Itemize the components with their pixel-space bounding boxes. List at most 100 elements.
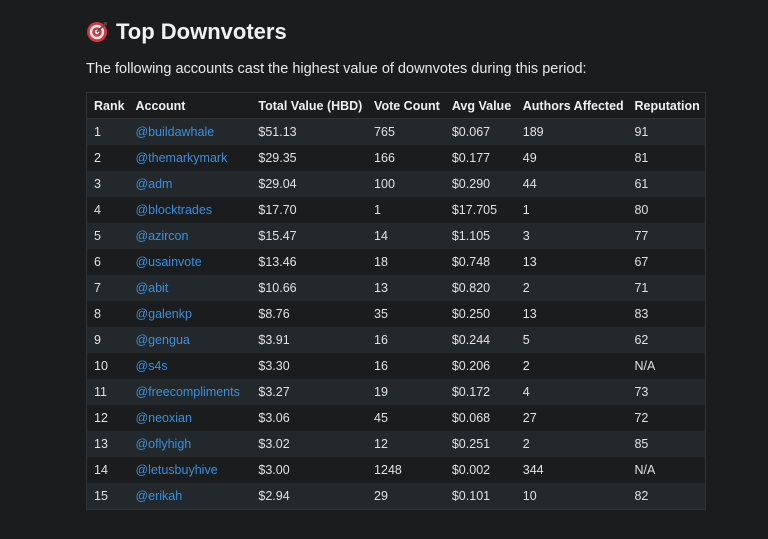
cell-authors-affected: 344 (515, 457, 628, 483)
cell-reputation: 73 (627, 379, 706, 405)
cell-total-value: $3.27 (251, 379, 368, 405)
account-link[interactable]: @galenkp (128, 301, 252, 327)
cell-avg-value: $0.820 (444, 275, 516, 301)
cell-reputation: 82 (627, 483, 706, 510)
account-link[interactable]: @buildawhale (128, 118, 252, 145)
cell-avg-value: $0.067 (444, 118, 516, 145)
column-header-avg-value: Avg Value (444, 92, 516, 119)
column-header-account: Account (128, 92, 252, 119)
cell-authors-affected: 4 (515, 379, 628, 405)
column-header-vote-count: Vote Count (367, 92, 445, 119)
cell-avg-value: $0.290 (444, 171, 516, 197)
account-link[interactable]: @usainvote (128, 249, 252, 275)
cell-vote-count: 1248 (367, 457, 445, 483)
cell-total-value: $3.06 (251, 405, 368, 431)
cell-total-value: $13.46 (251, 249, 368, 275)
account-link[interactable]: @gengua (128, 327, 252, 353)
cell-vote-count: 100 (367, 171, 445, 197)
cell-avg-value: $0.206 (444, 353, 516, 379)
cell-authors-affected: 27 (515, 405, 628, 431)
cell-total-value: $29.35 (251, 145, 368, 171)
cell-vote-count: 16 (367, 327, 445, 353)
cell-avg-value: $0.244 (444, 327, 516, 353)
cell-authors-affected: 5 (515, 327, 628, 353)
cell-reputation: 72 (627, 405, 706, 431)
account-link[interactable]: @abit (128, 275, 252, 301)
cell-avg-value: $0.068 (444, 405, 516, 431)
cell-vote-count: 29 (367, 483, 445, 510)
cell-rank: 5 (86, 223, 129, 249)
column-header-reputation: Reputation (627, 92, 706, 119)
cell-total-value: $10.66 (251, 275, 368, 301)
cell-vote-count: 765 (367, 118, 445, 145)
cell-total-value: $3.30 (251, 353, 368, 379)
table-row: 13 @oflyhigh $3.02 12 $0.251 2 85 (86, 431, 706, 457)
cell-vote-count: 13 (367, 275, 445, 301)
table-row: 3 @adm $29.04 100 $0.290 44 61 (86, 171, 706, 197)
account-link[interactable]: @erikah (128, 483, 252, 510)
table-row: 1 @buildawhale $51.13 765 $0.067 189 91 (86, 118, 706, 145)
cell-avg-value: $0.002 (444, 457, 516, 483)
cell-reputation: 77 (627, 223, 706, 249)
cell-vote-count: 1 (367, 197, 445, 223)
cell-total-value: $15.47 (251, 223, 368, 249)
cell-vote-count: 12 (367, 431, 445, 457)
cell-rank: 3 (86, 171, 129, 197)
cell-rank: 13 (86, 431, 129, 457)
account-link[interactable]: @freecompliments (128, 379, 252, 405)
cell-avg-value: $17.705 (444, 197, 516, 223)
content-area: Top Downvoters The following accounts ca… (86, 18, 706, 510)
cell-avg-value: $0.101 (444, 483, 516, 510)
table-header-row: Rank Account Total Value (HBD) Vote Coun… (86, 92, 706, 119)
account-link[interactable]: @letusbuyhive (128, 457, 252, 483)
cell-avg-value: $0.251 (444, 431, 516, 457)
cell-authors-affected: 10 (515, 483, 628, 510)
cell-rank: 1 (86, 118, 129, 145)
cell-avg-value: $1.105 (444, 223, 516, 249)
cell-avg-value: $0.177 (444, 145, 516, 171)
page-subtitle: The following accounts cast the highest … (86, 61, 587, 77)
account-link[interactable]: @themarkymark (128, 145, 252, 171)
column-header-rank: Rank (86, 92, 129, 119)
cell-rank: 9 (86, 327, 129, 353)
cell-authors-affected: 2 (515, 353, 628, 379)
cell-vote-count: 35 (367, 301, 445, 327)
cell-vote-count: 45 (367, 405, 445, 431)
account-link[interactable]: @oflyhigh (128, 431, 252, 457)
account-link[interactable]: @azircon (128, 223, 252, 249)
cell-rank: 4 (86, 197, 129, 223)
cell-authors-affected: 49 (515, 145, 628, 171)
account-link[interactable]: @neoxian (128, 405, 252, 431)
account-link[interactable]: @adm (128, 171, 252, 197)
cell-rank: 6 (86, 249, 129, 275)
cell-reputation: 85 (627, 431, 706, 457)
cell-total-value: $51.13 (251, 118, 368, 145)
account-link[interactable]: @s4s (128, 353, 252, 379)
table-row: 7 @abit $10.66 13 $0.820 2 71 (86, 275, 706, 301)
cell-rank: 15 (86, 483, 129, 510)
cell-reputation: 67 (627, 249, 706, 275)
cell-rank: 8 (86, 301, 129, 327)
cell-vote-count: 19 (367, 379, 445, 405)
table-row: 8 @galenkp $8.76 35 $0.250 13 83 (86, 301, 706, 327)
cell-vote-count: 16 (367, 353, 445, 379)
cell-total-value: $29.04 (251, 171, 368, 197)
cell-rank: 14 (86, 457, 129, 483)
cell-total-value: $17.70 (251, 197, 368, 223)
cell-total-value: $8.76 (251, 301, 368, 327)
cell-rank: 2 (86, 145, 129, 171)
account-link[interactable]: @blocktrades (128, 197, 252, 223)
table-row: 12 @neoxian $3.06 45 $0.068 27 72 (86, 405, 706, 431)
cell-reputation: 71 (627, 275, 706, 301)
cell-rank: 7 (86, 275, 129, 301)
cell-vote-count: 18 (367, 249, 445, 275)
cell-total-value: $2.94 (251, 483, 368, 510)
cell-reputation: N/A (627, 457, 706, 483)
cell-authors-affected: 2 (515, 431, 628, 457)
cell-avg-value: $0.748 (444, 249, 516, 275)
page-title: Top Downvoters (86, 18, 706, 46)
cell-total-value: $3.00 (251, 457, 368, 483)
cell-reputation: 80 (627, 197, 706, 223)
cell-avg-value: $0.250 (444, 301, 516, 327)
cell-reputation: 81 (627, 145, 706, 171)
